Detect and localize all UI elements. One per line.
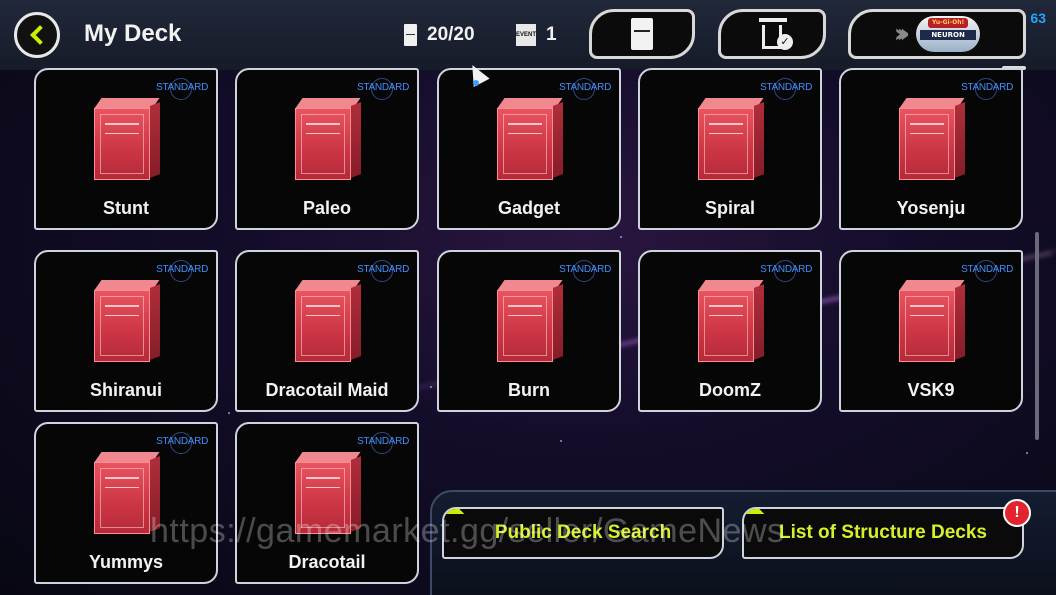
check-icon: ✓ xyxy=(777,34,793,50)
deck-name: Shiranui xyxy=(89,380,162,400)
deck-card[interactable]: STANDARD Stunt xyxy=(34,68,218,230)
format-badge: STANDARD xyxy=(559,264,611,275)
deck-card[interactable]: STANDARD Shiranui xyxy=(34,250,218,412)
deck-box-icon xyxy=(404,24,417,46)
background-star xyxy=(228,412,230,414)
format-badge: STANDARD xyxy=(559,82,611,93)
format-badge: STANDARD xyxy=(760,264,812,275)
deck-name: Gadget xyxy=(497,198,560,218)
trash-icon: ✓ xyxy=(759,18,793,50)
deck-name: VSK9 xyxy=(907,380,955,400)
deck-box-icon xyxy=(94,280,160,362)
deck-count: 20/20 xyxy=(404,24,475,46)
background-star xyxy=(1026,452,1028,454)
deck-name: Paleo xyxy=(302,198,352,218)
format-badge: STANDARD xyxy=(961,82,1013,93)
format-badge: STANDARD xyxy=(357,436,409,447)
deck-card[interactable]: STANDARD VSK9 xyxy=(839,250,1023,412)
deck-card[interactable]: STANDARD Yosenju xyxy=(839,68,1023,230)
deck-card[interactable]: STANDARD Yummys xyxy=(34,422,218,584)
deck-name: Yummys xyxy=(88,552,164,572)
deck-box-icon xyxy=(295,280,361,362)
neuron-logo: Yu-Gi-Oh! NEURON xyxy=(916,16,981,52)
deck-name: Burn xyxy=(508,380,550,400)
deck-box-icon xyxy=(698,280,764,362)
deck-box-icon xyxy=(631,18,653,50)
deck-name: Yosenju xyxy=(896,198,966,218)
deck-box-icon xyxy=(497,98,563,180)
deck-box-icon xyxy=(698,98,764,180)
neuron-link-button[interactable]: ››› Yu-Gi-Oh! NEURON xyxy=(848,9,1026,59)
format-badge: STANDARD xyxy=(156,82,208,93)
background-star xyxy=(560,440,562,442)
deck-card[interactable]: STANDARD Dracotail xyxy=(235,422,419,584)
deck-card[interactable]: STANDARD DoomZ xyxy=(638,250,822,412)
background-star xyxy=(620,236,622,238)
format-badge: STANDARD xyxy=(357,264,409,275)
format-badge: STANDARD xyxy=(156,264,208,275)
deck-name: DoomZ xyxy=(699,380,761,400)
deck-count-value: 20/20 xyxy=(427,24,475,45)
chevrons-right-icon: ››› xyxy=(893,19,910,49)
deck-box-icon xyxy=(497,280,563,362)
format-badge: STANDARD xyxy=(760,82,812,93)
format-badge: STANDARD xyxy=(961,264,1013,275)
ticket-count-value: 1 xyxy=(546,24,557,45)
top-bar: My Deck 20/20 EVENT 1 ✓ ››› Yu-Gi-Oh! NE… xyxy=(0,0,1056,70)
deck-box-icon xyxy=(94,98,160,180)
page-title: My Deck xyxy=(84,20,182,47)
create-deck-button[interactable] xyxy=(589,9,695,59)
deck-name: Spiral xyxy=(704,198,756,218)
notification-badge: ! xyxy=(1003,499,1031,527)
format-badge: STANDARD xyxy=(156,436,208,447)
deck-box-icon xyxy=(899,280,965,362)
deck-name: Dracotail xyxy=(288,552,366,572)
cursor-indicator xyxy=(473,80,479,86)
deck-card[interactable]: STANDARD Paleo xyxy=(235,68,419,230)
fps-counter: 63 xyxy=(1030,10,1046,26)
deck-name: Stunt xyxy=(103,198,149,218)
event-ticket-icon: EVENT xyxy=(516,24,536,46)
deck-card[interactable]: STANDARD Burn xyxy=(437,250,621,412)
deck-card[interactable]: STANDARD Spiral xyxy=(638,68,822,230)
scrollbar[interactable] xyxy=(1035,232,1039,440)
watermark: https://gamemarket.gg/seller/GameNews xyxy=(150,512,785,550)
back-button[interactable] xyxy=(14,12,60,58)
delete-decks-button[interactable]: ✓ xyxy=(718,9,826,59)
deck-box-icon xyxy=(295,98,361,180)
deck-name: Dracotail Maid xyxy=(265,380,389,400)
event-ticket-count: EVENT 1 xyxy=(516,24,557,46)
deck-card[interactable]: STANDARD Dracotail Maid xyxy=(235,250,419,412)
background-star xyxy=(430,386,432,388)
deck-card[interactable]: STANDARD Gadget xyxy=(437,68,621,230)
chevron-left-icon xyxy=(30,25,50,45)
deck-box-icon xyxy=(899,98,965,180)
format-badge: STANDARD xyxy=(357,82,409,93)
